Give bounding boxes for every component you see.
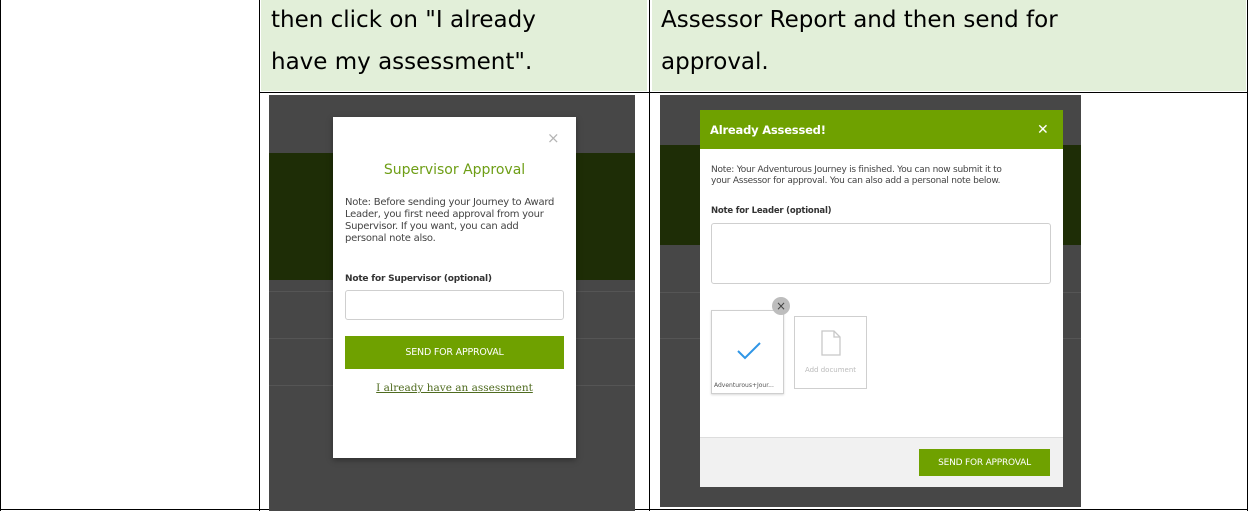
supervisor-note-input[interactable] (345, 290, 564, 320)
document-icon (821, 330, 841, 356)
leader-note-label: Note for Leader (optional) (711, 206, 832, 216)
add-document-label: Add document (804, 366, 857, 374)
modal-note-line: Note: Before sending your Journey to Awa… (345, 197, 555, 208)
supervisor-approval-modal: × Supervisor Approval Note: Before sendi… (333, 117, 576, 458)
uploaded-document-name: Adventurous+Jour... (714, 382, 774, 389)
modal-note-line: your Assessor for approval. You can also… (711, 176, 1001, 186)
supervisor-note-label: Note for Supervisor (optional) (345, 274, 492, 284)
instruction-cell-right: Assessor Report and then send for approv… (652, 0, 1246, 91)
send-for-approval-button[interactable]: SEND FOR APPROVAL (919, 449, 1050, 476)
add-document-tile[interactable]: Add document (794, 316, 867, 389)
instruction-cell-left: then click on "I already have my assessm… (261, 0, 647, 91)
screenshot-already-assessed: Already Assessed! ✕ Note: Your Adventuro… (660, 95, 1081, 507)
instruction-text-right-line1: Assessor Report and then send for (661, 7, 1058, 33)
uploaded-document-tile[interactable]: Adventurous+Jour... (711, 310, 784, 394)
column-divider-1 (259, 0, 260, 511)
modal-footer: SEND FOR APPROVAL (700, 437, 1063, 487)
instruction-text-right-line2: approval. (661, 49, 769, 75)
already-have-assessment-link[interactable]: I already have an assessment (333, 382, 576, 394)
modal-title: Supervisor Approval (383, 162, 526, 178)
table-border-right (1247, 0, 1248, 511)
modal-note-line: personal note also. (345, 233, 436, 244)
remove-document-icon[interactable]: × (772, 297, 790, 315)
checkmark-icon (737, 342, 761, 360)
document-table: then click on "I already have my assessm… (0, 0, 1249, 511)
already-assessed-modal: Already Assessed! ✕ Note: Your Adventuro… (700, 110, 1063, 487)
modal-title: Already Assessed! (710, 123, 826, 137)
instruction-text-left-line2: have my assessment". (271, 49, 533, 75)
modal-note-line: Note: Your Adventurous Journey is finish… (711, 165, 1002, 175)
send-for-approval-button[interactable]: SEND FOR APPROVAL (345, 336, 564, 369)
modal-note-line: Leader, you first need approval from you… (345, 209, 544, 220)
column-divider-2 (649, 0, 650, 511)
table-border-left (0, 0, 1, 511)
screenshot-supervisor-approval: × Supervisor Approval Note: Before sendi… (269, 95, 635, 511)
close-icon[interactable]: ✕ (1037, 123, 1049, 137)
modal-note-line: Supervisor. If you want, you can add (345, 221, 519, 232)
close-icon[interactable]: × (547, 131, 560, 146)
instruction-text-left-line1: then click on "I already (271, 7, 536, 33)
leader-note-textarea[interactable] (711, 223, 1051, 284)
row-divider (259, 92, 1248, 93)
modal-header: Already Assessed! ✕ (700, 110, 1063, 149)
